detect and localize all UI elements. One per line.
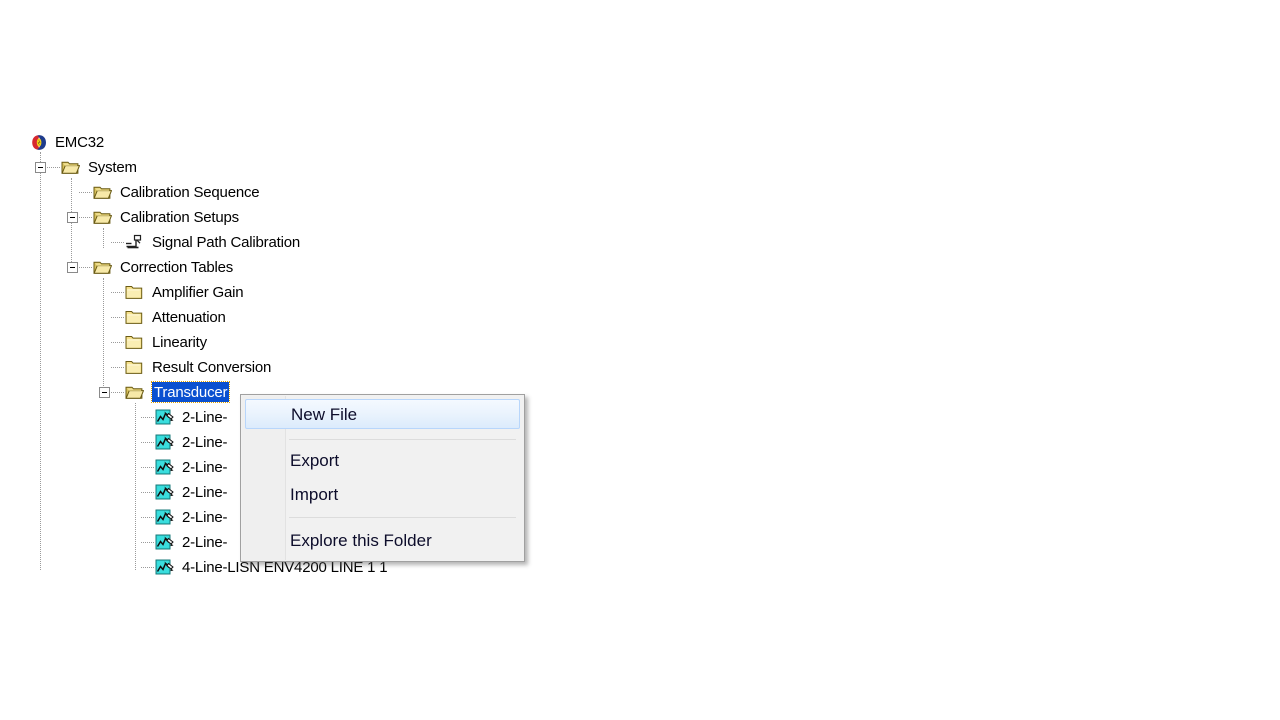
tree-node[interactable]: Amplifier Gain [0,280,560,305]
tree-guide-line [141,517,154,519]
tree-guide-line [111,392,124,394]
tree-node[interactable]: Calibration Setups [0,205,560,230]
tree-expander-collapse-icon[interactable] [67,262,78,273]
tree-node-label: Amplifier Gain [152,284,244,301]
tree-node[interactable]: Result Conversion [0,355,560,380]
tree-guide-line [79,217,92,219]
tree-node[interactable]: EMC32 [0,130,560,155]
menu-item-explore-this-folder[interactable]: Explore this Folder [245,526,520,556]
tree-node[interactable]: Attenuation [0,305,560,330]
tree-node[interactable]: Correction Tables [0,255,560,280]
tree-guide-line [141,492,154,494]
folder-closed-icon [125,309,143,326]
correction-table-icon [155,459,174,476]
tree-guide-line [79,192,92,194]
tree-node-label: Correction Tables [120,259,234,276]
tree-guide-line [141,417,154,419]
tree-guide-line [141,467,154,469]
menu-item-import[interactable]: Import [245,480,520,510]
tree-guide-line [79,267,92,269]
tree-node-label: 2-Line- [182,459,228,476]
tree-guide-line [111,292,124,294]
correction-table-icon [155,409,174,426]
correction-table-icon [155,484,174,501]
menu-item-new-file[interactable]: New File [245,399,520,429]
tree-node[interactable]: Signal Path Calibration [0,230,560,255]
tree-node-label: 2-Line- [182,484,228,501]
folder-open-icon [125,384,144,401]
tree-guide-line [111,342,124,344]
tree-node-label: EMC32 [55,134,105,151]
signal-path-icon [125,234,143,251]
tree-guide-line [141,442,154,444]
correction-table-icon [155,434,174,451]
folder-closed-icon [125,284,143,301]
tree-expander-collapse-icon[interactable] [67,212,78,223]
tree-node[interactable]: Linearity [0,330,560,355]
tree-node-label: Result Conversion [152,359,272,376]
tree-expander-collapse-icon[interactable] [99,387,110,398]
tree-node-label: Calibration Sequence [120,184,260,201]
tree-guide-line [111,367,124,369]
context-menu[interactable]: New File Export Import Explore this Fold… [240,394,525,562]
tree-node-label: Transducer [150,381,231,403]
correction-table-icon [155,559,174,576]
tree-node[interactable]: System [0,155,560,180]
tree-guide-line [47,167,60,169]
folder-closed-icon [125,359,143,376]
tree-guide-line [111,242,124,244]
tree-node-label: 2-Line- [182,509,228,526]
tree-node-label: 2-Line- [182,434,228,451]
tree-node-label: System [88,159,137,176]
tree-expander-collapse-icon[interactable] [35,162,46,173]
tree-node[interactable]: Calibration Sequence [0,180,560,205]
menu-item-export[interactable]: Export [245,446,520,476]
tree-guide-line [141,567,154,569]
tree-guide-line [141,542,154,544]
menu-separator [289,517,516,518]
tree-node-label: Attenuation [152,309,226,326]
folder-closed-icon [125,334,143,351]
folder-open-icon [61,159,80,176]
folder-open-icon [93,209,112,226]
tree-node-label: Signal Path Calibration [152,234,300,251]
tree-guide-line [111,317,124,319]
rohde-schwarz-logo-icon [30,134,48,151]
tree-node-label: Linearity [152,334,207,351]
tree-node-label: Calibration Setups [120,209,239,226]
folder-open-icon [93,184,112,201]
tree-node-label: 2-Line- [182,409,228,426]
folder-open-icon [93,259,112,276]
tree-node-label: 2-Line- [182,534,228,551]
correction-table-icon [155,509,174,526]
menu-separator [289,439,516,440]
correction-table-icon [155,534,174,551]
